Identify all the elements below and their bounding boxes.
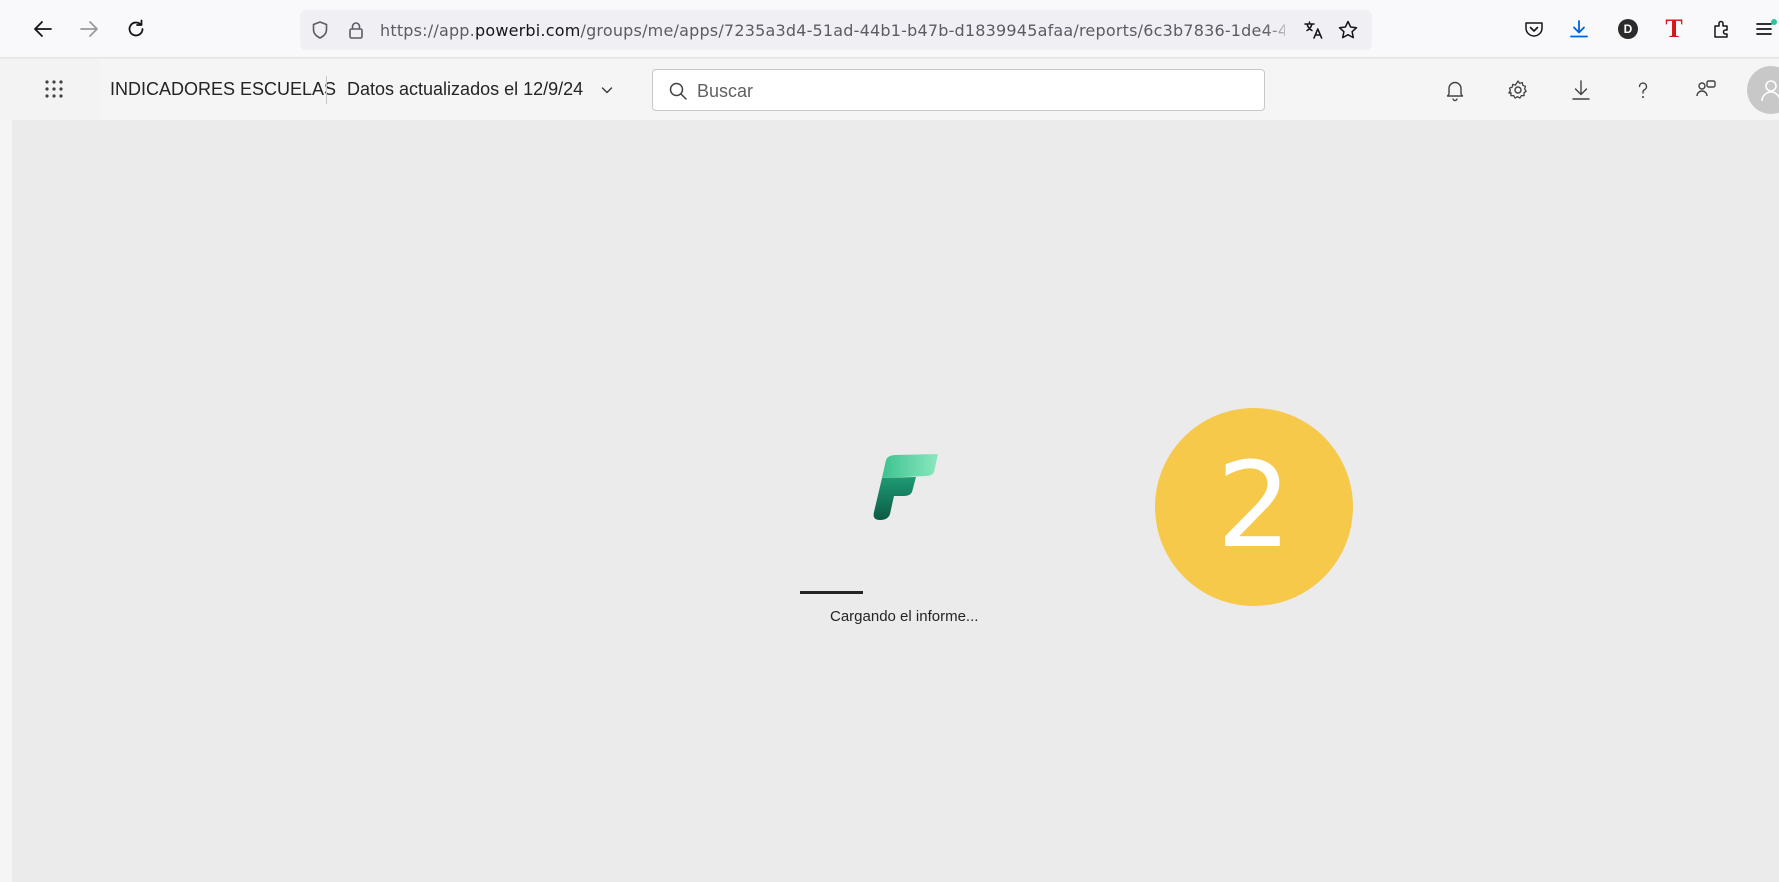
- back-button[interactable]: [27, 13, 59, 45]
- help-button[interactable]: [1628, 75, 1658, 105]
- loading-progress-fill: [800, 591, 863, 594]
- people-feedback-icon: [1696, 80, 1716, 97]
- download-icon: [1572, 80, 1590, 100]
- downloads-icon[interactable]: [1565, 15, 1593, 43]
- url-host: powerbi.com: [474, 21, 581, 40]
- data-updated-label[interactable]: Datos actualizados el 12/9/24: [347, 79, 583, 100]
- powerbi-header: INDICADORES ESCUELAS Datos actualizados …: [0, 59, 1779, 120]
- settings-button[interactable]: [1503, 75, 1533, 105]
- forward-button[interactable]: [73, 13, 105, 45]
- browser-toolbar: https://app.powerbi.com/groups/me/apps/7…: [0, 0, 1779, 58]
- bell-icon: [1446, 81, 1464, 102]
- url-text[interactable]: https://app.powerbi.com/groups/me/apps/7…: [380, 21, 1285, 40]
- lock-icon[interactable]: [344, 18, 368, 42]
- step-number: 2: [1216, 436, 1292, 574]
- reload-button[interactable]: [120, 13, 152, 45]
- chevron-down-icon[interactable]: [596, 79, 618, 101]
- gear-icon: [1508, 80, 1527, 99]
- shield-icon[interactable]: [308, 18, 332, 42]
- bookmark-star-icon[interactable]: [1336, 18, 1360, 42]
- url-prefix: https://app.: [380, 21, 475, 40]
- menu-icon[interactable]: [1752, 15, 1779, 43]
- search-box[interactable]: [652, 69, 1265, 111]
- loading-message: Cargando el informe...: [830, 608, 979, 625]
- extension-t-icon[interactable]: T: [1660, 15, 1688, 43]
- extension-d-icon[interactable]: D: [1614, 15, 1642, 43]
- arrow-right-icon: [80, 21, 98, 37]
- step-number-badge: 2: [1155, 408, 1353, 606]
- reload-icon: [128, 19, 144, 37]
- address-bar[interactable]: https://app.powerbi.com/groups/me/apps/7…: [300, 10, 1372, 50]
- translate-icon[interactable]: [1302, 18, 1326, 42]
- app-launcher-button[interactable]: [40, 75, 68, 103]
- share-people-button[interactable]: [1691, 75, 1721, 105]
- user-icon: [1761, 80, 1779, 102]
- header-divider: [326, 76, 327, 104]
- extension-d-label: D: [1618, 19, 1638, 39]
- url-path: /groups/me/apps/7235a3d4-51ad-44b1-b47b-…: [580, 21, 1285, 40]
- question-mark-icon: [1638, 82, 1648, 98]
- extensions-puzzle-icon[interactable]: [1708, 15, 1736, 43]
- pocket-icon[interactable]: [1520, 15, 1548, 43]
- url-fade: [1265, 14, 1295, 46]
- notifications-button[interactable]: [1440, 75, 1470, 105]
- left-nav-edge: [0, 120, 12, 882]
- app-title[interactable]: INDICADORES ESCUELAS: [110, 79, 336, 100]
- fabric-logo-icon: [868, 452, 940, 524]
- extension-t-label: T: [1665, 14, 1683, 43]
- search-input[interactable]: [697, 78, 1237, 104]
- download-button[interactable]: [1566, 75, 1596, 105]
- arrow-left-icon: [34, 21, 52, 37]
- search-icon: [667, 80, 689, 102]
- avatar[interactable]: [1747, 66, 1779, 114]
- loading-progress-bar: [800, 591, 864, 594]
- waffle-icon: [45, 80, 63, 98]
